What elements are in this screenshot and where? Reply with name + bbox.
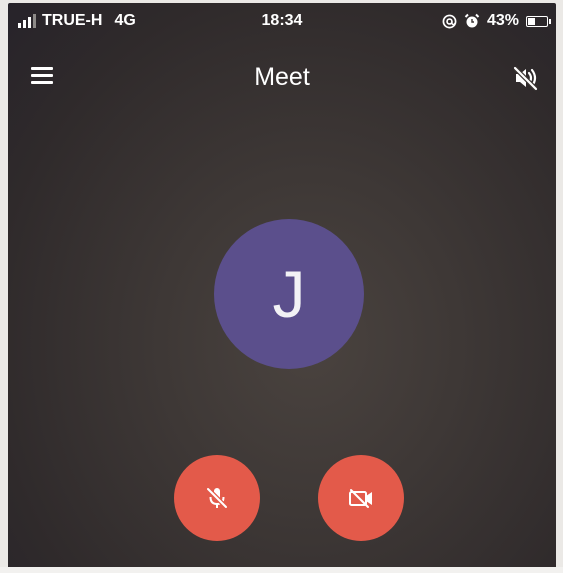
at-icon [442,14,457,28]
app-bar: Meet [8,51,556,103]
status-bar-right: 43% [442,12,551,30]
battery-percent: 43% [486,12,519,29]
alarm-icon [464,13,480,28]
device-frame: TRUE-H 4G 18:34 43% Meet J [0,0,563,573]
participant-avatar: J [214,219,364,369]
camera-toggle-button[interactable] [318,455,404,541]
meet-screen: TRUE-H 4G 18:34 43% Meet J [8,3,556,569]
page-title: Meet [254,63,310,91]
status-bar: TRUE-H 4G 18:34 43% [8,3,556,39]
speaker-muted-icon [513,66,538,91]
bottom-sheet-edge [0,567,563,573]
speaker-toggle-button[interactable] [508,61,542,95]
mic-toggle-button[interactable] [174,455,260,541]
camera-off-icon [349,489,372,508]
mic-off-icon [206,487,228,509]
battery-icon [526,15,551,27]
